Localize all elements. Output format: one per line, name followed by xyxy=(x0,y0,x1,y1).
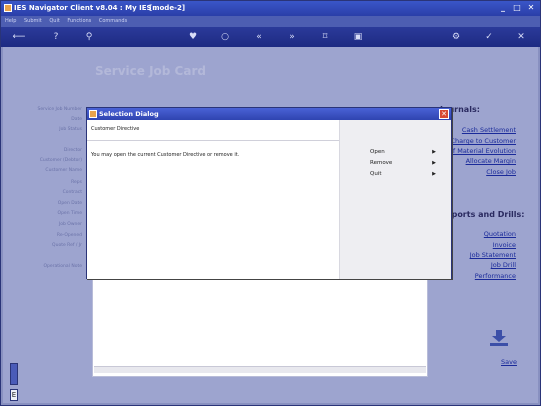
dialog-message-pane: Customer Directive You may open the curr… xyxy=(87,120,339,279)
confirm-icon[interactable]: ✓ xyxy=(483,31,495,43)
bookmark-icon[interactable]: ⌑ xyxy=(319,31,331,43)
field-label: Director xyxy=(63,148,82,153)
option-open[interactable]: Open ▶ xyxy=(370,149,436,155)
window-mode: [mode-2] xyxy=(149,4,186,12)
menu-help[interactable]: Help xyxy=(5,18,16,24)
settings-icon[interactable]: ⚙ xyxy=(450,31,462,43)
rewind-icon[interactable]: « xyxy=(253,31,265,43)
option-label: Open xyxy=(370,149,385,155)
field-label: Contract xyxy=(62,190,82,195)
link-quotation[interactable]: Quotation xyxy=(484,230,516,238)
menu-commands[interactable]: Commands xyxy=(99,18,127,24)
link-close-job[interactable]: Close Job xyxy=(486,168,516,176)
field-label: Open Date xyxy=(57,201,82,206)
dialog-app-icon xyxy=(89,110,97,118)
back-arrow-icon[interactable]: ⟵ xyxy=(7,31,31,43)
save-button[interactable]: Save xyxy=(501,358,517,366)
arrow-right-icon: ▶ xyxy=(432,171,436,177)
menu-submit[interactable]: Submit xyxy=(24,18,42,24)
toolbar: ⟵ ? ⚲ ♥ ○ « » ⌑ ▣ ⚙ ✓ ✕ xyxy=(1,27,540,47)
field-label: Re-Opened xyxy=(56,233,82,238)
maximize-icon[interactable]: □ xyxy=(512,3,522,13)
menu-functions[interactable]: Functions xyxy=(67,18,91,24)
dialog-options-pane: Open ▶ Remove ▶ Quit ▶ xyxy=(339,120,451,279)
field-label: Customer (Debtor) xyxy=(39,158,82,163)
menu-quit[interactable]: Quit xyxy=(49,18,59,24)
link-performance[interactable]: Performance xyxy=(475,272,516,280)
link-job-statement[interactable]: Job Statement xyxy=(470,251,516,259)
print-icon[interactable]: ▣ xyxy=(352,31,364,43)
close-icon[interactable]: ✕ xyxy=(526,3,536,13)
option-label: Quit xyxy=(370,171,382,177)
favorite-icon[interactable]: ♥ xyxy=(187,31,199,43)
menu-bar: Help Submit Quit Functions Commands xyxy=(1,16,540,27)
field-label: Customer Name xyxy=(45,168,82,173)
option-label: Remove xyxy=(370,160,393,166)
divider xyxy=(87,140,339,141)
arrow-right-icon: ▶ xyxy=(432,160,436,166)
field-label: Job Status xyxy=(59,127,82,132)
save-icon[interactable] xyxy=(489,330,509,346)
search-icon[interactable]: ⚲ xyxy=(83,31,95,43)
refresh-icon[interactable]: ○ xyxy=(219,31,231,43)
side-tab-icon[interactable] xyxy=(10,363,18,385)
field-label: Reps xyxy=(71,180,82,185)
title-bar: IES Navigator Client v8.04 : My IES : [m… xyxy=(1,1,540,16)
link-allocate-margin[interactable]: Allocate Margin xyxy=(466,157,516,165)
reports-title: Reports and Drills: xyxy=(440,210,525,219)
dialog-heading: Customer Directive xyxy=(91,126,140,132)
window-title: IES Navigator Client v8.04 : My IES : xyxy=(14,4,157,12)
exit-icon[interactable]: ✕ xyxy=(515,31,527,43)
dialog-message: You may open the current Customer Direct… xyxy=(91,152,240,158)
window-controls: _ □ ✕ xyxy=(498,3,536,13)
field-label: Job Owner xyxy=(58,222,82,227)
dialog-title-bar: Selection Dialog ✕ xyxy=(87,108,451,120)
field-label: Date xyxy=(71,117,82,122)
link-invoice[interactable]: Invoice xyxy=(493,241,516,249)
app-icon xyxy=(4,4,12,12)
link-cash-settlement[interactable]: Cash Settlement xyxy=(462,126,516,134)
side-tab-e-icon[interactable]: E xyxy=(10,389,18,401)
dialog-title: Selection Dialog xyxy=(99,110,159,118)
help-icon[interactable]: ? xyxy=(50,31,62,43)
option-remove[interactable]: Remove ▶ xyxy=(370,160,436,166)
option-quit[interactable]: Quit ▶ xyxy=(370,171,436,177)
app-window: IES Navigator Client v8.04 : My IES : [m… xyxy=(0,0,541,406)
horizontal-scrollbar[interactable] xyxy=(94,366,426,373)
forward-icon[interactable]: » xyxy=(286,31,298,43)
link-job-drill[interactable]: Job Drill xyxy=(491,261,516,269)
field-label: Open Time xyxy=(57,211,82,216)
field-label: Quote Ref / Jr xyxy=(52,243,82,248)
minimize-icon[interactable]: _ xyxy=(498,3,508,13)
arrow-right-icon: ▶ xyxy=(432,149,436,155)
page-title: Service Job Card xyxy=(95,64,206,78)
selection-dialog: Selection Dialog ✕ Customer Directive Yo… xyxy=(86,107,452,279)
dialog-close-icon[interactable]: ✕ xyxy=(439,109,449,119)
field-label: Service Job Number xyxy=(37,107,82,112)
field-label: Operational Note xyxy=(43,264,83,269)
